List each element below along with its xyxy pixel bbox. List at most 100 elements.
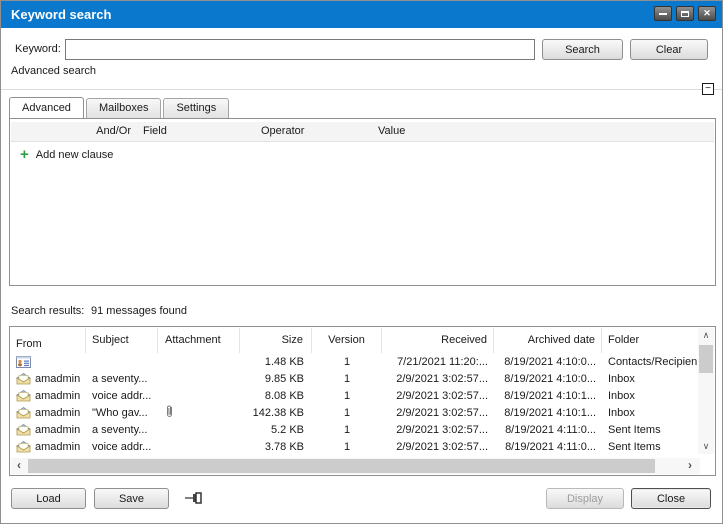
close-button[interactable]: ✕ bbox=[698, 6, 716, 21]
envelope-icon bbox=[16, 424, 31, 436]
save-button[interactable]: Save bbox=[94, 488, 169, 509]
cell-subject: a seventy... bbox=[86, 424, 158, 436]
col-header-archived-date[interactable]: Archived date bbox=[494, 328, 602, 353]
scroll-right-icon[interactable]: › bbox=[682, 458, 698, 474]
table-row[interactable]: amadmin voice addr... 3.78 KB 1 2/9/2021… bbox=[11, 438, 700, 455]
cell-subject: voice addr... bbox=[86, 441, 158, 453]
cell-archived-date: 8/19/2021 4:11:0... bbox=[494, 424, 602, 436]
cell-folder: Inbox bbox=[602, 373, 700, 385]
maximize-icon bbox=[681, 11, 689, 17]
cell-archived-date: 8/19/2021 4:10:0... bbox=[494, 373, 602, 385]
scroll-left-icon[interactable]: ‹ bbox=[11, 458, 27, 474]
table-row[interactable]: 1.48 KB 1 7/21/2021 11:20:... 8/19/2021 … bbox=[11, 353, 700, 370]
pin-icon[interactable] bbox=[185, 492, 203, 507]
tab-mailboxes[interactable]: Mailboxes bbox=[86, 98, 162, 118]
separator-line bbox=[1, 89, 723, 90]
cell-archived-date: 8/19/2021 4:10:1... bbox=[494, 407, 602, 419]
window-controls: ✕ bbox=[654, 6, 716, 21]
cell-folder: Sent Items bbox=[602, 424, 700, 436]
plus-icon: + bbox=[20, 150, 29, 160]
search-results-label: Search results: bbox=[11, 305, 84, 317]
envelope-icon bbox=[16, 373, 31, 385]
cell-archived-date: 8/19/2021 4:10:1... bbox=[494, 390, 602, 402]
window-title: Keyword search bbox=[1, 7, 111, 22]
envelope-icon bbox=[16, 407, 31, 419]
results-header-row: From Subject Attachment Size Version Rec… bbox=[11, 328, 700, 353]
collapse-toggle[interactable]: − bbox=[702, 83, 714, 95]
vertical-scroll-thumb[interactable] bbox=[699, 345, 713, 373]
envelope-icon bbox=[16, 390, 31, 402]
cell-received: 2/9/2021 3:02:57... bbox=[382, 390, 494, 402]
cell-version: 1 bbox=[312, 373, 382, 385]
tab-settings[interactable]: Settings bbox=[163, 98, 229, 118]
col-header-size[interactable]: Size bbox=[240, 328, 312, 353]
envelope-icon bbox=[16, 441, 31, 453]
cell-received: 2/9/2021 3:02:57... bbox=[382, 424, 494, 436]
advanced-tab-panel: And/Or Field Operator Value + Add new cl… bbox=[9, 118, 716, 286]
cell-archived-date: 8/19/2021 4:11:0... bbox=[494, 441, 602, 453]
close-dialog-button[interactable]: Close bbox=[631, 488, 711, 509]
col-header-folder[interactable]: Folder bbox=[602, 328, 700, 353]
clear-button[interactable]: Clear bbox=[630, 39, 708, 60]
cell-version: 1 bbox=[312, 356, 382, 368]
cell-version: 1 bbox=[312, 407, 382, 419]
cell-size: 1.48 KB bbox=[240, 356, 312, 368]
table-row[interactable]: amadmin a seventy... 9.85 KB 1 2/9/2021 … bbox=[11, 370, 700, 387]
titlebar[interactable]: Keyword search ✕ bbox=[1, 1, 722, 28]
cell-folder: Inbox bbox=[602, 407, 700, 419]
minimize-button[interactable] bbox=[654, 6, 672, 21]
cell-from: amadmin bbox=[35, 424, 80, 436]
table-row[interactable]: amadmin voice addr... 8.08 KB 1 2/9/2021… bbox=[11, 387, 700, 404]
horizontal-scrollbar[interactable]: ‹ › bbox=[11, 458, 700, 474]
cell-folder: Contacts/Recipien bbox=[602, 356, 700, 368]
cell-received: 2/9/2021 3:02:57... bbox=[382, 407, 494, 419]
cell-received: 2/9/2021 3:02:57... bbox=[382, 373, 494, 385]
results-panel: From Subject Attachment Size Version Rec… bbox=[9, 326, 716, 476]
cell-version: 1 bbox=[312, 424, 382, 436]
cell-size: 142.38 KB bbox=[240, 407, 312, 419]
load-button[interactable]: Load bbox=[11, 488, 86, 509]
col-header-from[interactable]: From bbox=[11, 328, 86, 353]
col-header-attachment[interactable]: Attachment bbox=[158, 328, 240, 353]
cell-subject: voice addr... bbox=[86, 390, 158, 402]
cell-size: 8.08 KB bbox=[240, 390, 312, 402]
display-button: Display bbox=[546, 488, 624, 509]
clause-table-header: And/Or Field Operator Value bbox=[11, 122, 714, 142]
close-icon: ✕ bbox=[703, 9, 711, 18]
cell-version: 1 bbox=[312, 390, 382, 402]
vertical-scrollbar[interactable]: ∧ ∨ bbox=[698, 328, 714, 454]
keyword-input[interactable] bbox=[65, 39, 535, 60]
cell-size: 5.2 KB bbox=[240, 424, 312, 436]
cell-size: 9.85 KB bbox=[240, 373, 312, 385]
clause-col-field: Field bbox=[143, 125, 167, 137]
cell-from: amadmin bbox=[35, 373, 80, 385]
col-header-version[interactable]: Version bbox=[312, 328, 382, 353]
clause-col-andor: And/Or bbox=[96, 125, 131, 137]
table-row[interactable]: amadmin a seventy... 5.2 KB 1 2/9/2021 3… bbox=[11, 421, 700, 438]
add-new-clause-button[interactable]: + Add new clause bbox=[20, 149, 113, 161]
cell-from: amadmin bbox=[35, 441, 80, 453]
search-button[interactable]: Search bbox=[542, 39, 623, 60]
cell-from: amadmin bbox=[35, 407, 80, 419]
clause-col-value: Value bbox=[378, 125, 405, 137]
cell-archived-date: 8/19/2021 4:10:0... bbox=[494, 356, 602, 368]
clause-col-operator: Operator bbox=[261, 125, 304, 137]
paperclip-icon bbox=[165, 404, 174, 418]
cell-version: 1 bbox=[312, 441, 382, 453]
maximize-button[interactable] bbox=[676, 6, 694, 21]
add-new-clause-label: Add new clause bbox=[36, 149, 114, 161]
cell-received: 7/21/2021 11:20:... bbox=[382, 356, 494, 368]
keyword-label: Keyword: bbox=[15, 43, 61, 55]
cell-from: amadmin bbox=[35, 390, 80, 402]
keyword-search-window: Keyword search ✕ Keyword: Search Clear A… bbox=[0, 0, 723, 524]
cell-folder: Inbox bbox=[602, 390, 700, 402]
minimize-icon bbox=[659, 13, 667, 15]
horizontal-scroll-thumb[interactable] bbox=[28, 459, 655, 473]
table-row[interactable]: amadmin "Who gav... 142.38 KB 1 2/9/2021… bbox=[11, 404, 700, 421]
cell-subject: "Who gav... bbox=[86, 407, 158, 419]
tab-advanced[interactable]: Advanced bbox=[9, 97, 84, 118]
col-header-subject[interactable]: Subject bbox=[86, 328, 158, 353]
scroll-up-icon[interactable]: ∧ bbox=[698, 328, 714, 343]
col-header-received[interactable]: Received bbox=[382, 328, 494, 353]
scroll-down-icon[interactable]: ∨ bbox=[698, 439, 714, 454]
